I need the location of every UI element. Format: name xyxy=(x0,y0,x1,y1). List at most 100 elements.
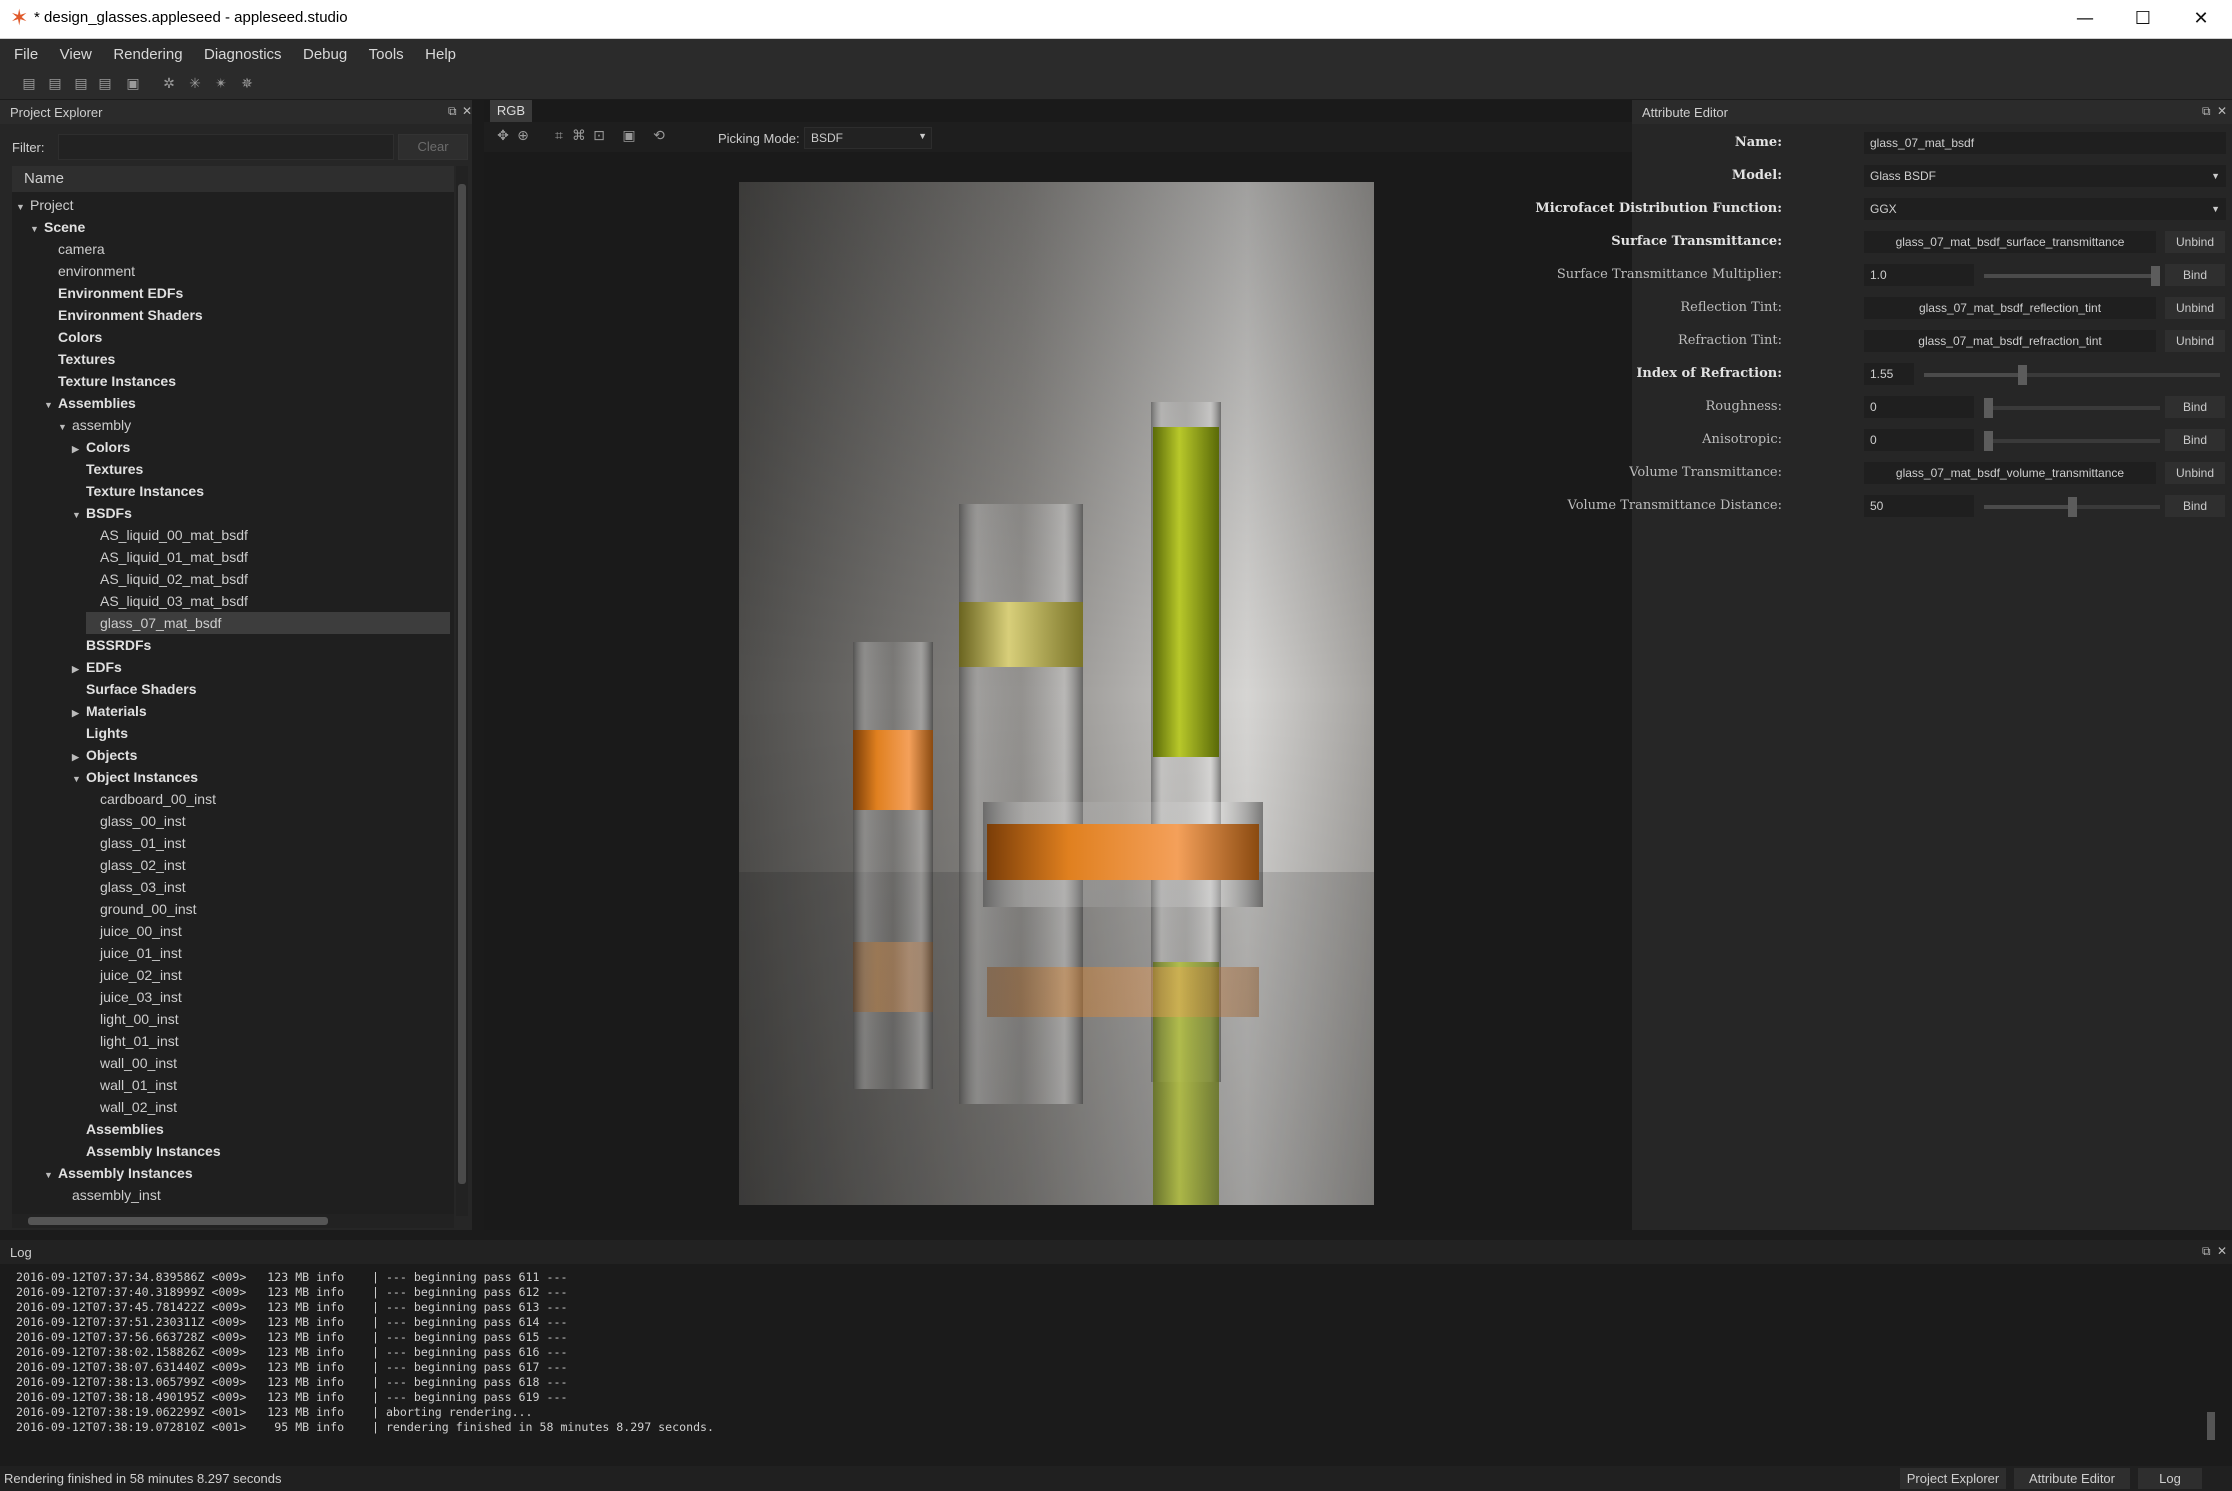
attribute-slider[interactable] xyxy=(1984,493,2160,519)
render-image[interactable] xyxy=(739,182,1374,1205)
scroll-thumb[interactable] xyxy=(458,184,466,1184)
attribute-number-field[interactable]: 0 xyxy=(1864,396,1974,418)
slider-handle[interactable] xyxy=(1984,398,1993,418)
tree-item[interactable]: glass_03_inst xyxy=(86,876,450,898)
menu-rendering[interactable]: Rendering xyxy=(113,39,182,63)
reset-icon[interactable]: ⟲ xyxy=(650,128,668,144)
tree-item[interactable]: glass_01_inst xyxy=(86,832,450,854)
frame-icon[interactable]: ⌗ xyxy=(550,128,568,144)
pan-icon[interactable]: ✥ xyxy=(494,128,512,144)
unbind-button[interactable]: Unbind xyxy=(2165,231,2225,253)
tree-item[interactable]: ▼ assembly xyxy=(58,414,450,436)
camera-icon[interactable]: ▣ xyxy=(620,128,638,144)
tree-item[interactable]: ground_00_inst xyxy=(86,898,450,920)
tree-item[interactable]: Environment EDFs xyxy=(44,282,450,304)
scroll-thumb[interactable] xyxy=(28,1217,328,1225)
tree-item[interactable]: wall_02_inst xyxy=(86,1096,450,1118)
tree-item[interactable]: Environment Shaders xyxy=(44,304,450,326)
attribute-combo-box[interactable]: ▼ Glass BSDF xyxy=(1864,165,2226,187)
attribute-number-field[interactable]: 50 xyxy=(1864,495,1974,517)
render-settings-icon[interactable]: ✴ xyxy=(212,76,230,92)
slider-handle[interactable] xyxy=(2018,365,2027,385)
expanded-arrow-icon[interactable]: ▼ xyxy=(44,394,58,416)
tree-item[interactable]: light_00_inst xyxy=(86,1008,450,1030)
tree-item[interactable]: ▼ Assemblies xyxy=(44,392,450,414)
attribute-slider[interactable] xyxy=(1924,361,2220,387)
tree-item[interactable]: ▼ BSDFs xyxy=(72,502,450,524)
unbind-button[interactable]: Unbind xyxy=(2165,330,2225,352)
tree-item[interactable]: AS_liquid_02_mat_bsdf xyxy=(86,568,450,590)
bound-entity-field[interactable]: glass_07_mat_bsdf_volume_transmittance xyxy=(1864,462,2156,484)
expanded-arrow-icon[interactable]: ▼ xyxy=(58,416,72,438)
tree-item[interactable]: glass_00_inst xyxy=(86,810,450,832)
tree-item[interactable]: ▼ Project xyxy=(16,194,450,216)
save-icon[interactable]: ▣ xyxy=(124,76,142,92)
float-icon[interactable]: ⧉ xyxy=(448,104,457,119)
minimize-button[interactable]: — xyxy=(2056,4,2114,34)
tree-item[interactable]: glass_02_inst xyxy=(86,854,450,876)
tree-item[interactable]: AS_liquid_03_mat_bsdf xyxy=(86,590,450,612)
tree-item[interactable]: Texture Instances xyxy=(44,370,450,392)
menu-diagnostics[interactable]: Diagnostics xyxy=(204,39,282,63)
log-toggle-button[interactable]: Log xyxy=(2138,1468,2202,1489)
slider-handle[interactable] xyxy=(2151,266,2160,286)
log-vertical-scrollbar[interactable] xyxy=(2204,1270,2218,1466)
maximize-button[interactable]: ☐ xyxy=(2114,4,2172,34)
menu-file[interactable]: File xyxy=(14,39,38,63)
tree-item[interactable]: Textures xyxy=(44,348,450,370)
tree-item[interactable]: juice_03_inst xyxy=(86,986,450,1008)
collapsed-arrow-icon[interactable]: ▶ xyxy=(72,438,86,460)
tree-item[interactable]: ▼ Object Instances xyxy=(72,766,450,788)
attribute-number-field[interactable]: 1.0 xyxy=(1864,264,1974,286)
tree-item[interactable]: wall_00_inst xyxy=(86,1052,450,1074)
tree-item[interactable]: BSSRDFs xyxy=(72,634,450,656)
expanded-arrow-icon[interactable]: ▼ xyxy=(72,504,86,526)
tree-item[interactable]: ▶ Colors xyxy=(72,436,450,458)
attribute-number-field[interactable]: 1.55 xyxy=(1864,363,1914,385)
attribute-text-field[interactable]: glass_07_mat_bsdf xyxy=(1864,132,2226,154)
tree-item[interactable]: ▼ Scene xyxy=(30,216,450,238)
tree-item[interactable]: Texture Instances xyxy=(72,480,450,502)
bound-entity-field[interactable]: glass_07_mat_bsdf_refraction_tint xyxy=(1864,330,2156,352)
tree-item[interactable]: ▶ EDFs xyxy=(72,656,450,678)
menu-view[interactable]: View xyxy=(60,39,92,63)
float-icon[interactable]: ⧉ xyxy=(2202,104,2211,119)
zoom-icon[interactable]: ⊕ xyxy=(514,128,532,144)
bound-entity-field[interactable]: glass_07_mat_bsdf_reflection_tint xyxy=(1864,297,2156,319)
slider-handle[interactable] xyxy=(2068,497,2077,517)
tree-item[interactable]: Assembly Instances xyxy=(72,1140,450,1162)
close-window-button[interactable]: ✕ xyxy=(2172,4,2230,34)
tree-item[interactable]: Lights xyxy=(72,722,450,744)
bound-entity-field[interactable]: glass_07_mat_bsdf_surface_transmittance xyxy=(1864,231,2156,253)
collapsed-arrow-icon[interactable]: ▶ xyxy=(72,746,86,768)
filter-input[interactable] xyxy=(58,134,394,160)
attribute-slider[interactable] xyxy=(1984,427,2160,453)
attribute-number-field[interactable]: 0 xyxy=(1864,429,1974,451)
tree-item[interactable]: assembly_inst xyxy=(58,1184,450,1206)
render-stop-icon[interactable]: ✳ xyxy=(186,76,204,92)
tree-item[interactable]: wall_01_inst xyxy=(86,1074,450,1096)
bind-button[interactable]: Bind xyxy=(2165,495,2225,517)
attribute-slider[interactable] xyxy=(1984,394,2160,420)
menu-tools[interactable]: Tools xyxy=(369,39,404,63)
bind-button[interactable]: Bind xyxy=(2165,396,2225,418)
expanded-arrow-icon[interactable]: ▼ xyxy=(72,768,86,790)
close-icon[interactable]: ✕ xyxy=(2217,1244,2227,1258)
tree-item[interactable]: ▶ Objects xyxy=(72,744,450,766)
collapsed-arrow-icon[interactable]: ▶ xyxy=(72,702,86,724)
tree-item[interactable]: AS_liquid_01_mat_bsdf xyxy=(86,546,450,568)
close-icon[interactable]: ✕ xyxy=(2217,104,2227,118)
tree-item[interactable]: ▼ Assembly Instances xyxy=(44,1162,450,1184)
tree-item[interactable]: cardboard_00_inst xyxy=(86,788,450,810)
tree-item[interactable]: environment xyxy=(44,260,450,282)
attribute-combo-box[interactable]: ▼ GGX xyxy=(1864,198,2226,220)
tree-item[interactable]: AS_liquid_00_mat_bsdf xyxy=(86,524,450,546)
render-pause-icon[interactable]: ✵ xyxy=(238,76,256,92)
unbind-button[interactable]: Unbind xyxy=(2165,297,2225,319)
reload-icon[interactable]: ▤ xyxy=(96,76,114,92)
collapsed-arrow-icon[interactable]: ▶ xyxy=(72,658,86,680)
fit-icon[interactable]: ⌘ xyxy=(570,128,588,144)
tree-item[interactable]: juice_00_inst xyxy=(86,920,450,942)
new-project-icon[interactable]: ▤ xyxy=(20,76,38,92)
expanded-arrow-icon[interactable]: ▼ xyxy=(44,1164,58,1186)
